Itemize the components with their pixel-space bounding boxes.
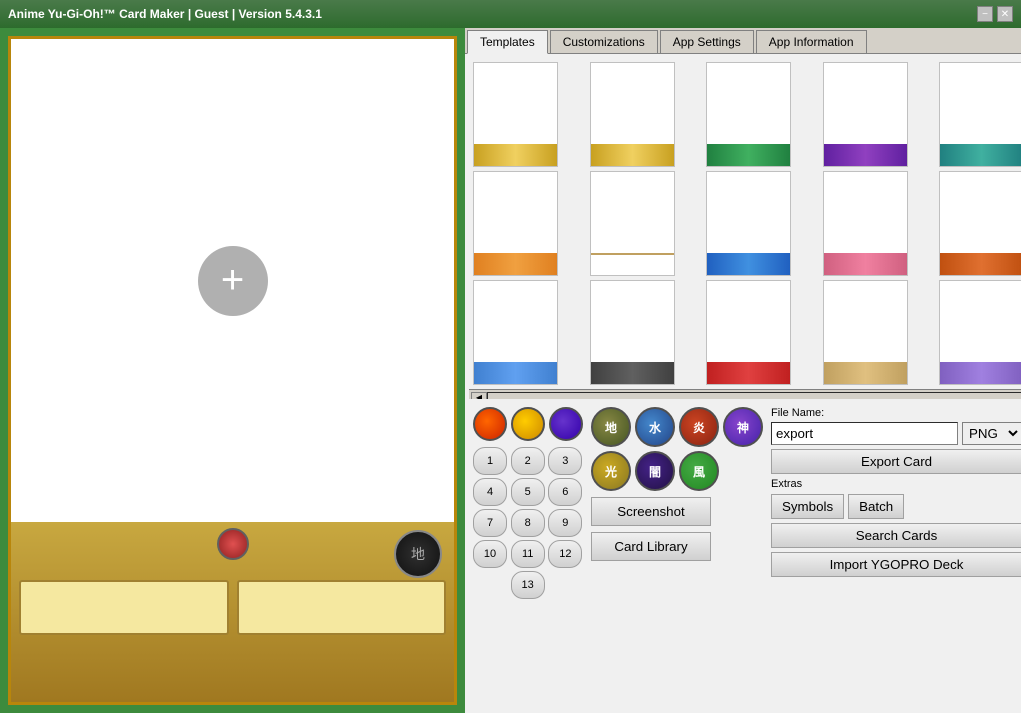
template-grid bbox=[469, 58, 1021, 389]
num-btn-11[interactable]: 11 bbox=[511, 540, 545, 568]
scroll-left-arrow[interactable]: ◀ bbox=[471, 392, 487, 400]
file-name-input[interactable] bbox=[771, 422, 958, 445]
import-ygopro-button[interactable]: Import YGOPRO Deck bbox=[771, 552, 1021, 577]
num-btn-1[interactable]: 1 bbox=[473, 447, 507, 475]
symbols-button[interactable]: Symbols bbox=[771, 494, 844, 519]
right-panel: Templates Customizations App Settings Ap… bbox=[465, 28, 1021, 713]
template-card[interactable] bbox=[473, 171, 558, 276]
num-btn-12[interactable]: 12 bbox=[548, 540, 582, 568]
attr-icons-section: 地 水 炎 神 光 闇 風 bbox=[591, 407, 763, 491]
left-panel: + 地 bbox=[0, 28, 465, 713]
attribute-section: 1 2 3 4 5 6 7 8 9 10 11 12 13 bbox=[473, 407, 583, 705]
tab-app-settings[interactable]: App Settings bbox=[660, 30, 754, 53]
templates-area: ◀ ▶ bbox=[465, 54, 1021, 399]
template-card[interactable] bbox=[706, 171, 791, 276]
file-name-label: File Name: bbox=[771, 407, 1021, 419]
attr-divine-icon[interactable]: 神 bbox=[723, 407, 763, 447]
export-section: File Name: PNG JPG Export Card Extras Sy… bbox=[771, 407, 1021, 705]
card-small-orb bbox=[217, 528, 249, 560]
attr-wind-icon[interactable]: 風 bbox=[679, 451, 719, 491]
num-btn-13[interactable]: 13 bbox=[511, 571, 545, 599]
extras-row: Symbols Batch bbox=[771, 494, 1021, 519]
template-card[interactable] bbox=[706, 280, 791, 385]
extras-label: Extras bbox=[771, 478, 1021, 490]
num-btn-8[interactable]: 8 bbox=[511, 509, 545, 537]
num-btn-3[interactable]: 3 bbox=[548, 447, 582, 475]
template-card[interactable] bbox=[590, 280, 675, 385]
file-name-section: File Name: PNG JPG bbox=[771, 407, 1021, 445]
card-earth-symbol: 地 bbox=[394, 530, 442, 578]
tab-templates[interactable]: Templates bbox=[467, 30, 548, 54]
tab-app-information[interactable]: App Information bbox=[756, 30, 867, 53]
window-controls: − ✕ bbox=[977, 6, 1013, 22]
minimize-button[interactable]: − bbox=[977, 6, 993, 22]
tab-bar: Templates Customizations App Settings Ap… bbox=[465, 28, 1021, 54]
attr-earth-icon[interactable]: 地 bbox=[591, 407, 631, 447]
template-card[interactable] bbox=[823, 280, 908, 385]
file-name-row: PNG JPG bbox=[771, 422, 1021, 445]
extras-section: Extras Symbols Batch bbox=[771, 478, 1021, 519]
num-btn-9[interactable]: 9 bbox=[548, 509, 582, 537]
num-btn-4[interactable]: 4 bbox=[473, 478, 507, 506]
attr-flame-icon[interactable]: 炎 bbox=[679, 407, 719, 447]
window-title: Anime Yu-Gi-Oh!™ Card Maker | Guest | Ve… bbox=[8, 7, 322, 21]
batch-button[interactable]: Batch bbox=[848, 494, 904, 519]
template-card[interactable] bbox=[823, 62, 908, 167]
card-bottom: 地 bbox=[11, 522, 454, 702]
template-card[interactable] bbox=[939, 280, 1021, 385]
template-card[interactable] bbox=[939, 171, 1021, 276]
num-btn-6[interactable]: 6 bbox=[548, 478, 582, 506]
attr-dark-icon[interactable]: 闇 bbox=[635, 451, 675, 491]
card-image-area[interactable]: + bbox=[11, 39, 454, 522]
screenshot-button[interactable]: Screenshot bbox=[591, 497, 711, 526]
template-card[interactable] bbox=[473, 280, 558, 385]
attr-icons-row-1: 地 水 炎 神 bbox=[591, 407, 763, 447]
card-text-boxes bbox=[19, 580, 446, 635]
template-card[interactable] bbox=[939, 62, 1021, 167]
card-library-button[interactable]: Card Library bbox=[591, 532, 711, 561]
scroll-track[interactable] bbox=[487, 392, 1021, 400]
middle-left-section: 地 水 炎 神 光 闇 風 Screenshot Card Library bbox=[591, 407, 763, 705]
tab-customizations[interactable]: Customizations bbox=[550, 30, 658, 53]
attr-water-icon[interactable]: 水 bbox=[635, 407, 675, 447]
attr-fire-button[interactable] bbox=[473, 407, 507, 441]
close-button[interactable]: ✕ bbox=[997, 6, 1013, 22]
num-btn-10[interactable]: 10 bbox=[473, 540, 507, 568]
template-card[interactable] bbox=[590, 171, 675, 276]
card-preview: + 地 bbox=[8, 36, 457, 705]
template-card[interactable] bbox=[590, 62, 675, 167]
title-bar: Anime Yu-Gi-Oh!™ Card Maker | Guest | Ve… bbox=[0, 0, 1021, 28]
num-btn-5[interactable]: 5 bbox=[511, 478, 545, 506]
bottom-controls: 1 2 3 4 5 6 7 8 9 10 11 12 13 bbox=[465, 399, 1021, 713]
template-card[interactable] bbox=[473, 62, 558, 167]
search-cards-button[interactable]: Search Cards bbox=[771, 523, 1021, 548]
card-text-box-left bbox=[19, 580, 229, 635]
export-card-button[interactable]: Export Card bbox=[771, 449, 1021, 474]
attr-top-row bbox=[473, 407, 583, 441]
scrollbar[interactable]: ◀ ▶ bbox=[469, 389, 1021, 399]
format-select[interactable]: PNG JPG bbox=[962, 422, 1021, 445]
template-card[interactable] bbox=[823, 171, 908, 276]
num-btn-2[interactable]: 2 bbox=[511, 447, 545, 475]
card-text-box-right bbox=[237, 580, 447, 635]
template-card[interactable] bbox=[706, 62, 791, 167]
attr-light-icon[interactable]: 光 bbox=[591, 451, 631, 491]
attr-star-button[interactable] bbox=[511, 407, 545, 441]
main-container: + 地 Templates Customizations bbox=[0, 28, 1021, 713]
num-btn-7[interactable]: 7 bbox=[473, 509, 507, 537]
attr-magic-button[interactable] bbox=[549, 407, 583, 441]
attr-icons-row-2: 光 闇 風 bbox=[591, 451, 763, 491]
number-grid: 1 2 3 4 5 6 7 8 9 10 11 12 13 bbox=[473, 447, 583, 599]
add-image-button[interactable]: + bbox=[198, 246, 268, 316]
